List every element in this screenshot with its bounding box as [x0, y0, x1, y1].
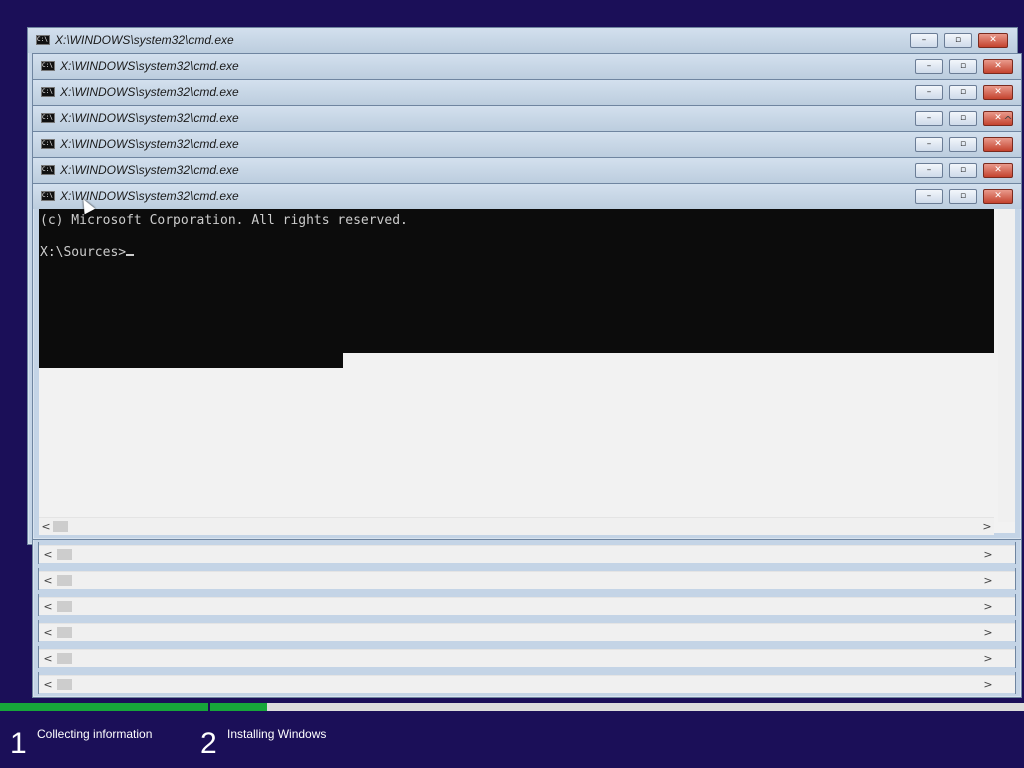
scroll-left-arrow[interactable]: <	[41, 546, 55, 563]
title-bar[interactable]: C:\ X:\WINDOWS\system32\cmd.exe – ▫ ✕	[28, 28, 1017, 53]
console-output-extension	[39, 353, 343, 368]
cmd-icon: C:\	[41, 87, 55, 97]
cmd-icon: C:\	[36, 35, 50, 45]
window-title: X:\WINDOWS\system32\cmd.exe	[60, 137, 239, 151]
cmd-window-front[interactable]: C:\ X:\WINDOWS\system32\cmd.exe – ▫ ✕ (c…	[32, 183, 1022, 540]
horizontal-scrollbar[interactable]: < >	[39, 517, 994, 535]
window-title: X:\WINDOWS\system32\cmd.exe	[60, 163, 239, 177]
minimize-button[interactable]: –	[915, 85, 943, 100]
title-bar[interactable]: C:\ X:\WINDOWS\system32\cmd.exe – ▫ ✕	[33, 158, 1021, 183]
close-button[interactable]: ✕	[978, 33, 1008, 48]
horizontal-scrollbar[interactable]: < >	[39, 649, 1015, 667]
window-bottom-strip[interactable]: < >	[38, 646, 1016, 668]
prompt-line[interactable]: X:\Sources>	[40, 245, 135, 260]
close-button[interactable]: ✕	[983, 189, 1013, 204]
step-1-progress-bar	[0, 703, 208, 711]
title-bar[interactable]: C:\ X:\WINDOWS\system32\cmd.exe – ▫ ✕	[33, 106, 1021, 131]
step-1-number: 1	[10, 727, 27, 760]
cmd-icon: C:\	[41, 139, 55, 149]
scroll-right-arrow[interactable]: >	[981, 676, 995, 693]
vertical-scrollbar[interactable]	[998, 209, 1015, 522]
scroll-right-arrow[interactable]: >	[981, 624, 995, 641]
cmd-icon: C:\	[41, 191, 55, 201]
window-bottom-strip[interactable]: < >	[38, 568, 1016, 590]
console-output[interactable]: (c) Microsoft Corporation. All rights re…	[39, 209, 994, 353]
minimize-button[interactable]: –	[915, 59, 943, 74]
close-button[interactable]: ✕	[983, 85, 1013, 100]
title-bar[interactable]: C:\ X:\WINDOWS\system32\cmd.exe – ▫ ✕	[33, 132, 1021, 157]
window-bottom-strip[interactable]: < >	[38, 620, 1016, 642]
scroll-right-arrow[interactable]: >	[981, 650, 995, 667]
minimize-button[interactable]: –	[915, 163, 943, 178]
window-title: X:\WINDOWS\system32\cmd.exe	[60, 111, 239, 125]
scroll-left-arrow[interactable]: <	[41, 572, 55, 589]
scroll-right-arrow[interactable]: >	[981, 546, 995, 563]
scroll-up-arrow[interactable]: ^	[1001, 112, 1015, 129]
minimize-button[interactable]: –	[915, 111, 943, 126]
scroll-left-arrow[interactable]: <	[41, 650, 55, 667]
close-button[interactable]: ✕	[983, 163, 1013, 178]
horizontal-scrollbar[interactable]: < >	[39, 675, 1015, 693]
scroll-left-arrow[interactable]: <	[41, 598, 55, 615]
copyright-line: (c) Microsoft Corporation. All rights re…	[40, 213, 408, 228]
scroll-thumb[interactable]	[57, 679, 72, 690]
cmd-icon: C:\	[41, 61, 55, 71]
minimize-button[interactable]: –	[910, 33, 938, 48]
horizontal-scrollbar[interactable]: < >	[39, 571, 1015, 589]
scroll-right-arrow[interactable]: >	[980, 518, 994, 535]
window-title: X:\WINDOWS\system32\cmd.exe	[60, 59, 239, 73]
close-button[interactable]: ✕	[983, 59, 1013, 74]
minimize-button[interactable]: –	[915, 189, 943, 204]
scroll-thumb[interactable]	[57, 575, 72, 586]
scroll-thumb[interactable]	[57, 549, 72, 560]
close-button[interactable]: ✕	[983, 137, 1013, 152]
scroll-right-arrow[interactable]: >	[981, 598, 995, 615]
text-cursor	[126, 254, 135, 256]
scroll-right-arrow[interactable]: >	[981, 572, 995, 589]
window-bottom-strip[interactable]: < >	[38, 672, 1016, 694]
window-bottom-strip[interactable]: < >	[38, 542, 1016, 564]
scroll-thumb[interactable]	[57, 627, 72, 638]
maximize-button[interactable]: ▫	[949, 189, 977, 204]
window-title: X:\WINDOWS\system32\cmd.exe	[60, 85, 239, 99]
console-client-area[interactable]: (c) Microsoft Corporation. All rights re…	[39, 209, 1015, 535]
title-bar[interactable]: C:\ X:\WINDOWS\system32\cmd.exe – ▫ ✕	[33, 80, 1021, 105]
horizontal-scrollbar[interactable]: < >	[39, 597, 1015, 615]
scroll-left-arrow[interactable]: <	[41, 624, 55, 641]
scroll-left-arrow[interactable]: <	[41, 676, 55, 693]
title-bar[interactable]: C:\ X:\WINDOWS\system32\cmd.exe – ▫ ✕	[33, 184, 1021, 209]
horizontal-scrollbar[interactable]: < >	[39, 545, 1015, 563]
scroll-thumb[interactable]	[57, 601, 72, 612]
maximize-button[interactable]: ▫	[949, 163, 977, 178]
maximize-button[interactable]: ▫	[949, 59, 977, 74]
minimize-button[interactable]: –	[915, 137, 943, 152]
horizontal-scrollbar[interactable]: < >	[39, 623, 1015, 641]
maximize-button[interactable]: ▫	[949, 137, 977, 152]
step-1-label: Collecting information	[37, 727, 153, 741]
scroll-thumb[interactable]	[53, 521, 68, 532]
title-bar[interactable]: C:\ X:\WINDOWS\system32\cmd.exe – ▫ ✕	[33, 54, 1021, 79]
step-2-progress-fill	[210, 703, 267, 711]
maximize-button[interactable]: ▫	[949, 85, 977, 100]
cmd-icon: C:\	[41, 165, 55, 175]
scroll-left-arrow[interactable]: <	[39, 518, 53, 535]
window-bottom-strip[interactable]: < >	[38, 594, 1016, 616]
window-title: X:\WINDOWS\system32\cmd.exe	[55, 33, 234, 47]
step-2-label: Installing Windows	[227, 727, 327, 741]
step-2-number: 2	[200, 727, 217, 760]
scroll-thumb[interactable]	[57, 653, 72, 664]
step-2-progress-bar	[210, 703, 1024, 711]
step-1-progress-fill	[0, 703, 208, 711]
maximize-button[interactable]: ▫	[949, 111, 977, 126]
maximize-button[interactable]: ▫	[944, 33, 972, 48]
prompt-text: X:\Sources>	[40, 245, 127, 260]
cmd-icon: C:\	[41, 113, 55, 123]
